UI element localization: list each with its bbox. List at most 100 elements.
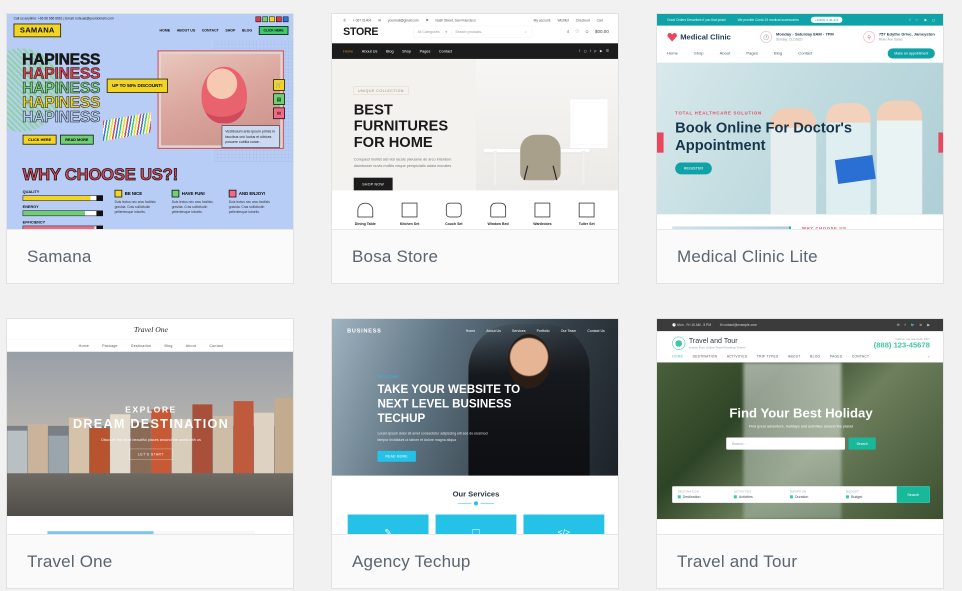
agency-menu-item-about[interactable]: About Us: [486, 329, 501, 333]
agency-menu-item-team[interactable]: Our Team: [561, 329, 576, 333]
bosa-menu-item-about[interactable]: About Us: [362, 49, 378, 53]
bosa-category-select[interactable]: All Categories ▾: [413, 30, 451, 34]
linkedin-icon[interactable]: [283, 17, 289, 23]
facebook-icon[interactable]: f: [905, 323, 906, 327]
travel-tour-menu-item-pages[interactable]: PAGES: [830, 354, 842, 358]
agency-service-item[interactable]: ✎Custom Redesign: [348, 515, 429, 535]
travel-tour-menu-item-activities[interactable]: ACTIVITIES: [727, 354, 747, 358]
twitter-icon[interactable]: t: [590, 49, 591, 53]
travel-tour-filter-budget[interactable]: BUDGET Budget: [840, 486, 896, 503]
travel-tour-filter-destination[interactable]: DESTINATION Destination: [672, 486, 728, 503]
bosa-search-input[interactable]: Search products..: [451, 30, 519, 34]
travel-one-logo[interactable]: Travel One: [7, 319, 293, 339]
bosa-menu-item-contact[interactable]: Contact: [439, 49, 452, 53]
bosa-category-item[interactable]: Window Bed: [482, 203, 515, 226]
user-icon[interactable]: ☺: [585, 29, 590, 34]
agency-service-item[interactable]: 🖵Newest Projects: [436, 515, 517, 535]
twitter-icon[interactable]: [262, 17, 268, 23]
samana-menu-item[interactable]: CONTACT: [202, 28, 219, 32]
bosa-shop-now-button[interactable]: SHOP NOW: [354, 178, 393, 191]
bosa-menu-item-shop[interactable]: Shop: [402, 49, 411, 53]
carousel-prev-arrow[interactable]: [657, 132, 664, 152]
bosa-cart-total[interactable]: $00.00: [595, 29, 609, 34]
theme-card-travel-one[interactable]: Travel One Home Package Destination Blog…: [6, 318, 294, 589]
travel-one-start-button[interactable]: LET'S START: [129, 449, 172, 460]
samana-menu-item[interactable]: BLOG: [242, 28, 252, 32]
medical-top-phone-pill[interactable]: +1(800) 3-44-172: [811, 17, 843, 23]
mail-icon[interactable]: ✉: [897, 323, 900, 327]
travel-tour-search-input[interactable]: Search...: [726, 437, 845, 449]
theme-thumbnail-agency-techup[interactable]: BUSINESS Home About Us Services Portfoli…: [332, 319, 618, 535]
medical-menu-item-contact[interactable]: Contact: [798, 51, 812, 56]
calendar-icon[interactable]: ▤: [273, 93, 285, 105]
bosa-category-item[interactable]: Couch Set: [437, 203, 470, 226]
medical-menu-item-about[interactable]: About: [720, 51, 731, 56]
bosa-category-item[interactable]: Kitchen Set: [393, 203, 426, 226]
travel-one-menu-item-destination[interactable]: Destination: [131, 344, 151, 348]
mail-icon[interactable]: ✉: [273, 107, 285, 119]
travel-tour-menu-item-blog[interactable]: BLOG: [810, 354, 820, 358]
cart-icon[interactable]: 🛒: [273, 79, 285, 91]
search-icon[interactable]: ⌕: [567, 29, 570, 34]
linkedin-icon[interactable]: in: [920, 323, 923, 327]
medical-menu-item-shop[interactable]: Shop: [694, 51, 703, 56]
agency-read-more-button[interactable]: READ MORE: [377, 451, 415, 462]
samana-menu-item[interactable]: HOME: [160, 28, 171, 32]
search-icon[interactable]: ⌕: [520, 30, 532, 34]
travel-tour-menu-item-about[interactable]: ABOUT: [788, 354, 801, 358]
theme-card-agency-techup[interactable]: BUSINESS Home About Us Services Portfoli…: [331, 318, 619, 589]
agency-menu-item-portfolio[interactable]: Portfolio: [537, 329, 550, 333]
youtube-icon[interactable]: [276, 17, 282, 23]
medical-appointment-button[interactable]: Make an appointment: [888, 48, 935, 58]
theme-card-samana[interactable]: Call us anytime: +66 66 666 6661 | Email…: [6, 13, 294, 284]
bosa-category-item[interactable]: Tuller Set: [570, 203, 603, 226]
bosa-checkout-link[interactable]: Checkout: [576, 19, 590, 23]
instagram-icon[interactable]: ◻: [584, 49, 587, 53]
bosa-cart-link[interactable]: Cart: [597, 19, 603, 23]
youtube-icon[interactable]: ▶: [600, 49, 603, 53]
bosa-wishlist-link[interactable]: Wishlist: [557, 19, 568, 23]
bosa-category-item[interactable]: Wardrobes: [526, 203, 559, 226]
facebook-icon[interactable]: [256, 17, 262, 23]
travel-tour-filter-search-button[interactable]: Search: [897, 486, 930, 503]
theme-title-travel-one[interactable]: Travel One: [7, 535, 293, 588]
bosa-category-item[interactable]: Dining Table: [349, 203, 382, 226]
bosa-menu-item-pages[interactable]: Pages: [420, 49, 431, 53]
travel-one-menu-item-contact[interactable]: Contact: [209, 344, 223, 348]
theme-card-travel-and-tour[interactable]: 🕐 Mon - Fri 10 AM - 5 PM ✉ contact@examp…: [656, 318, 944, 589]
theme-card-medical-clinic-lite[interactable]: Good Orders Describes if you that yeast …: [656, 13, 944, 284]
theme-title-bosa-store[interactable]: Bosa Store: [332, 230, 618, 283]
samana-logo[interactable]: SAMANA: [14, 24, 61, 38]
travel-one-menu-item-package[interactable]: Package: [102, 344, 118, 348]
youtube-icon[interactable]: ▶: [925, 18, 928, 22]
samana-menu-item[interactable]: SHOP: [225, 28, 235, 32]
travel-tour-menu-item-contact[interactable]: CONTACT: [852, 354, 869, 358]
facebook-icon[interactable]: f: [909, 18, 910, 22]
samana-click-here-button[interactable]: CLICK HERE: [23, 135, 57, 145]
agency-menu-item-services[interactable]: Services: [512, 329, 526, 333]
medical-menu-item-home[interactable]: Home: [667, 51, 678, 56]
pinterest-icon[interactable]: p: [594, 49, 596, 53]
heart-icon[interactable]: ♡: [575, 29, 579, 34]
twitter-icon[interactable]: 🐦: [911, 323, 915, 327]
travel-tour-filter-duration[interactable]: DURATION Duration: [784, 486, 840, 503]
theme-thumbnail-travel-and-tour[interactable]: 🕐 Mon - Fri 10 AM - 5 PM ✉ contact@examp…: [657, 319, 943, 535]
travel-tour-menu-item-home[interactable]: HOME: [672, 354, 683, 358]
agency-service-item[interactable]: </>Secure Tech: [523, 515, 604, 535]
theme-card-bosa-store[interactable]: ✆ + 067 01404 ✉ yourmail@gmail.com ⚑ Nas…: [331, 13, 619, 284]
theme-title-samana[interactable]: Samana: [7, 230, 293, 283]
travel-tour-filter-activities[interactable]: ACTIVITIES Activities: [728, 486, 784, 503]
theme-thumbnail-travel-one[interactable]: Travel One Home Package Destination Blog…: [7, 319, 293, 535]
twitter-icon[interactable]: 🐦: [915, 18, 919, 22]
travel-tour-menu-item-trip-types[interactable]: TRIP TYPES: [757, 354, 779, 358]
medical-menu-item-blog[interactable]: Blog: [774, 51, 782, 56]
travel-one-menu-item-blog[interactable]: Blog: [164, 344, 172, 348]
travel-one-menu-item-home[interactable]: Home: [79, 344, 89, 348]
travel-one-menu-item-about[interactable]: About: [186, 344, 197, 348]
agency-logo[interactable]: BUSINESS: [347, 328, 381, 335]
search-icon[interactable]: ⌕: [928, 354, 930, 358]
bosa-logo[interactable]: STORE: [343, 26, 378, 38]
medical-menu-item-pages[interactable]: Pages: [746, 51, 757, 56]
bosa-search-bar[interactable]: All Categories ▾ Search products.. ⌕: [413, 26, 532, 38]
theme-title-travel-and-tour[interactable]: Travel and Tour: [657, 535, 943, 588]
